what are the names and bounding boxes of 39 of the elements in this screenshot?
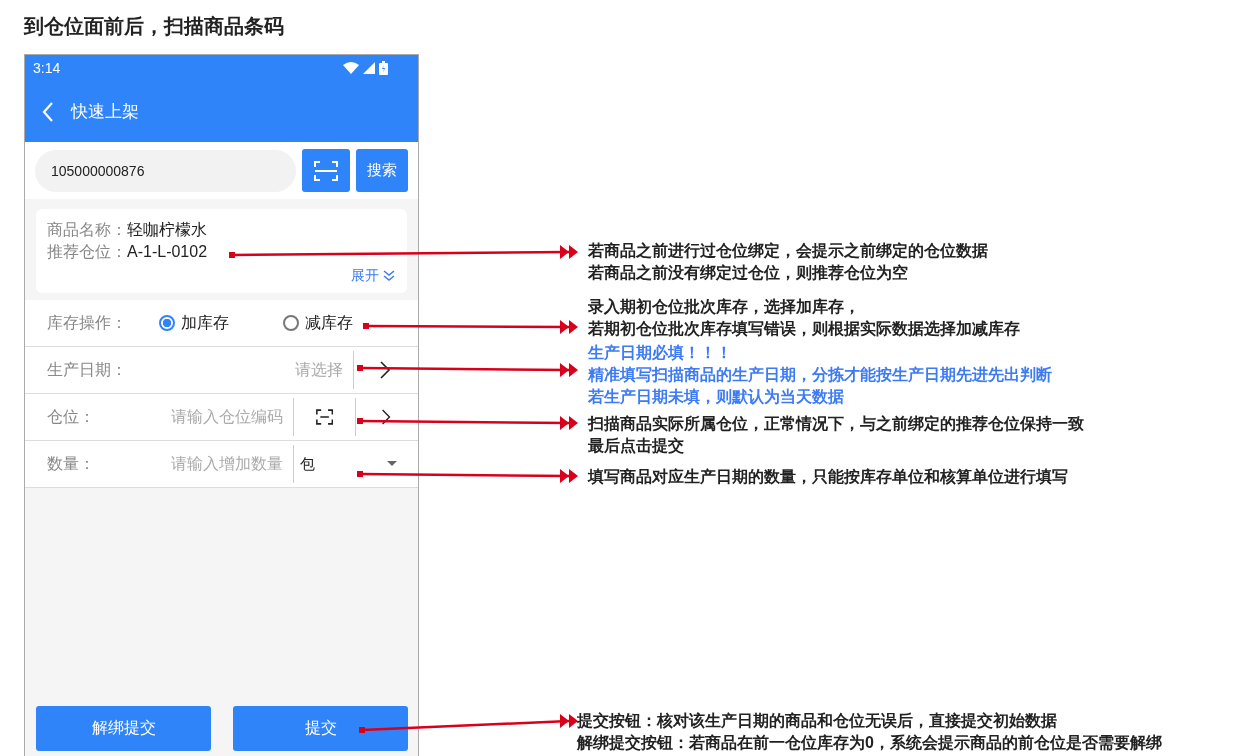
status-time: 3:14 bbox=[33, 60, 61, 76]
dropdown-triangle-icon bbox=[386, 460, 398, 468]
double-chevron-down-icon bbox=[382, 270, 396, 282]
signal-icon bbox=[363, 62, 375, 74]
screen-title: 快速上架 bbox=[71, 101, 139, 123]
annotation-note: 填写商品对应生产日期的数量，只能按库存单位和核算单位进行填写 bbox=[588, 467, 1068, 487]
stock-operation-label: 库存操作： bbox=[47, 312, 128, 333]
annotation-note: 扫描商品实际所属仓位，正常情况下，与之前绑定的推荐仓位保持一致 最后点击提交 bbox=[588, 414, 1084, 456]
annotation-note: 提交按钮：核对该生产日期的商品和仓位无误后，直接提交初始数据 解绑提交按钮：若商品在前一仓位库存为0，系统会提示商品的前仓位是否需要解绑 bbox=[577, 711, 1162, 753]
chevron-right-icon[interactable] bbox=[378, 360, 392, 380]
location-input[interactable]: 请输入仓位编码 bbox=[153, 408, 283, 426]
field-label: 生产日期： bbox=[47, 359, 128, 380]
submit-button[interactable]: 提交 bbox=[233, 706, 408, 751]
back-icon[interactable] bbox=[41, 100, 55, 123]
annotation-note: 若商品之前进行过仓位绑定，会提示之前绑定的仓位数据 若商品之前没有绑定过仓位，则推荐仓位为空 bbox=[588, 241, 988, 283]
barcode-field[interactable]: 105000000876 bbox=[35, 149, 296, 192]
submit-button[interactable]: 解绑提交 bbox=[36, 706, 211, 751]
expand-link[interactable]: 展开 bbox=[47, 267, 396, 285]
product-name-label: 商品名称： bbox=[47, 221, 127, 238]
scan-button[interactable] bbox=[302, 149, 350, 192]
date-select-field[interactable]: 请选择 bbox=[153, 359, 353, 381]
stock-radio-option[interactable]: 加库存 bbox=[159, 312, 229, 334]
chevron-right-icon[interactable] bbox=[379, 407, 392, 427]
field-label: 仓位： bbox=[47, 406, 96, 427]
field-label: 数量： bbox=[47, 453, 96, 474]
annotation-note: 录入期初仓位批次库存，选择加库存， 若期初仓位批次库存填写错误，则根据实际数据选择加减库存 bbox=[588, 297, 1020, 339]
annotation-note: 生产日期必填！！！ 精准填写扫描商品的生产日期，分拣才能按生产日期先进先出判断 若生产日期未填，则默认为当天数据 bbox=[588, 343, 1052, 407]
recommended-location: A-1-L-0102 bbox=[127, 243, 208, 260]
scan-icon[interactable] bbox=[315, 408, 334, 426]
location-label: 推荐仓位： bbox=[47, 243, 127, 260]
scan-icon bbox=[314, 159, 338, 182]
quantity-input[interactable]: 请输入增加数量 bbox=[153, 455, 283, 473]
stock-radio-option[interactable]: 减库存 bbox=[283, 312, 353, 334]
page-heading: 到仓位面前后，扫描商品条码 bbox=[23, 14, 285, 39]
battery-icon bbox=[379, 61, 388, 75]
search-button[interactable]: 搜索 bbox=[356, 149, 408, 192]
product-name: 轻咖柠檬水 bbox=[127, 221, 207, 238]
wifi-icon bbox=[343, 62, 359, 74]
unit-dropdown[interactable]: 包 bbox=[294, 454, 398, 474]
